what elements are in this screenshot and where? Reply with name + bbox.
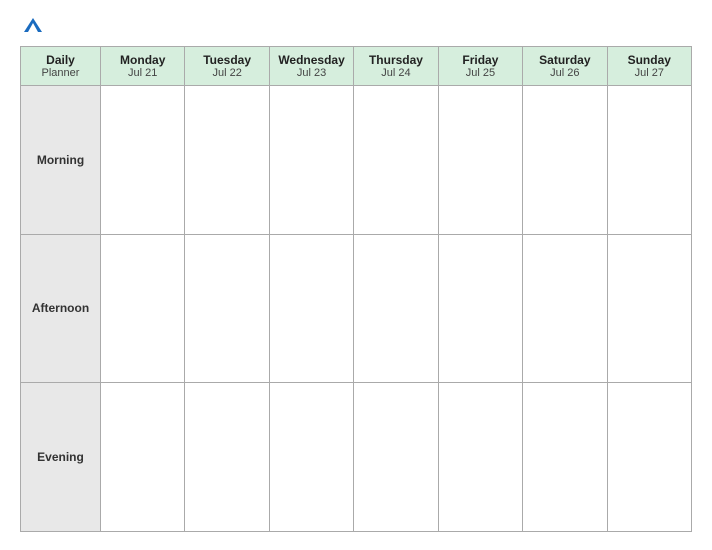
header-label-line2: Planner xyxy=(25,67,96,79)
header-row: Daily Planner MondayJul 21TuesdayJul 22W… xyxy=(21,47,692,86)
cell-afternoon-monday[interactable] xyxy=(101,234,185,383)
page-header xyxy=(20,18,692,32)
row-label-morning: Morning xyxy=(21,86,101,235)
cell-morning-wednesday[interactable] xyxy=(269,86,353,235)
cell-morning-thursday[interactable] xyxy=(354,86,438,235)
cell-morning-tuesday[interactable] xyxy=(185,86,269,235)
cell-evening-wednesday[interactable] xyxy=(269,383,353,532)
header-day-friday: FridayJul 25 xyxy=(438,47,522,86)
header-label-cell: Daily Planner xyxy=(21,47,101,86)
day-date-5: Jul 26 xyxy=(527,67,602,79)
header-day-monday: MondayJul 21 xyxy=(101,47,185,86)
cell-evening-monday[interactable] xyxy=(101,383,185,532)
planner-body: MorningAfternoonEvening xyxy=(21,86,692,532)
row-label-afternoon: Afternoon xyxy=(21,234,101,383)
cell-afternoon-friday[interactable] xyxy=(438,234,522,383)
cell-afternoon-sunday[interactable] xyxy=(607,234,691,383)
cell-evening-thursday[interactable] xyxy=(354,383,438,532)
cell-afternoon-tuesday[interactable] xyxy=(185,234,269,383)
day-name-2: Wednesday xyxy=(274,53,349,67)
day-date-3: Jul 24 xyxy=(358,67,433,79)
planner-table: Daily Planner MondayJul 21TuesdayJul 22W… xyxy=(20,46,692,532)
row-afternoon: Afternoon xyxy=(21,234,692,383)
cell-afternoon-wednesday[interactable] xyxy=(269,234,353,383)
header-label-line1: Daily xyxy=(25,53,96,67)
logo-triangle-icon xyxy=(24,18,42,32)
cell-evening-sunday[interactable] xyxy=(607,383,691,532)
header-day-tuesday: TuesdayJul 22 xyxy=(185,47,269,86)
cell-afternoon-thursday[interactable] xyxy=(354,234,438,383)
cell-morning-friday[interactable] xyxy=(438,86,522,235)
header-day-thursday: ThursdayJul 24 xyxy=(354,47,438,86)
cell-evening-friday[interactable] xyxy=(438,383,522,532)
day-name-6: Sunday xyxy=(612,53,687,67)
header-day-saturday: SaturdayJul 26 xyxy=(523,47,607,86)
day-name-1: Tuesday xyxy=(189,53,264,67)
header-day-sunday: SundayJul 27 xyxy=(607,47,691,86)
logo-area xyxy=(20,18,42,32)
row-evening: Evening xyxy=(21,383,692,532)
day-date-6: Jul 27 xyxy=(612,67,687,79)
row-morning: Morning xyxy=(21,86,692,235)
header-day-wednesday: WednesdayJul 23 xyxy=(269,47,353,86)
day-name-5: Saturday xyxy=(527,53,602,67)
day-date-1: Jul 22 xyxy=(189,67,264,79)
cell-evening-tuesday[interactable] xyxy=(185,383,269,532)
day-name-4: Friday xyxy=(443,53,518,67)
cell-evening-saturday[interactable] xyxy=(523,383,607,532)
day-name-0: Monday xyxy=(105,53,180,67)
day-date-4: Jul 25 xyxy=(443,67,518,79)
row-label-evening: Evening xyxy=(21,383,101,532)
cell-morning-monday[interactable] xyxy=(101,86,185,235)
day-name-3: Thursday xyxy=(358,53,433,67)
cell-morning-sunday[interactable] xyxy=(607,86,691,235)
day-date-2: Jul 23 xyxy=(274,67,349,79)
cell-morning-saturday[interactable] xyxy=(523,86,607,235)
day-date-0: Jul 21 xyxy=(105,67,180,79)
cell-afternoon-saturday[interactable] xyxy=(523,234,607,383)
